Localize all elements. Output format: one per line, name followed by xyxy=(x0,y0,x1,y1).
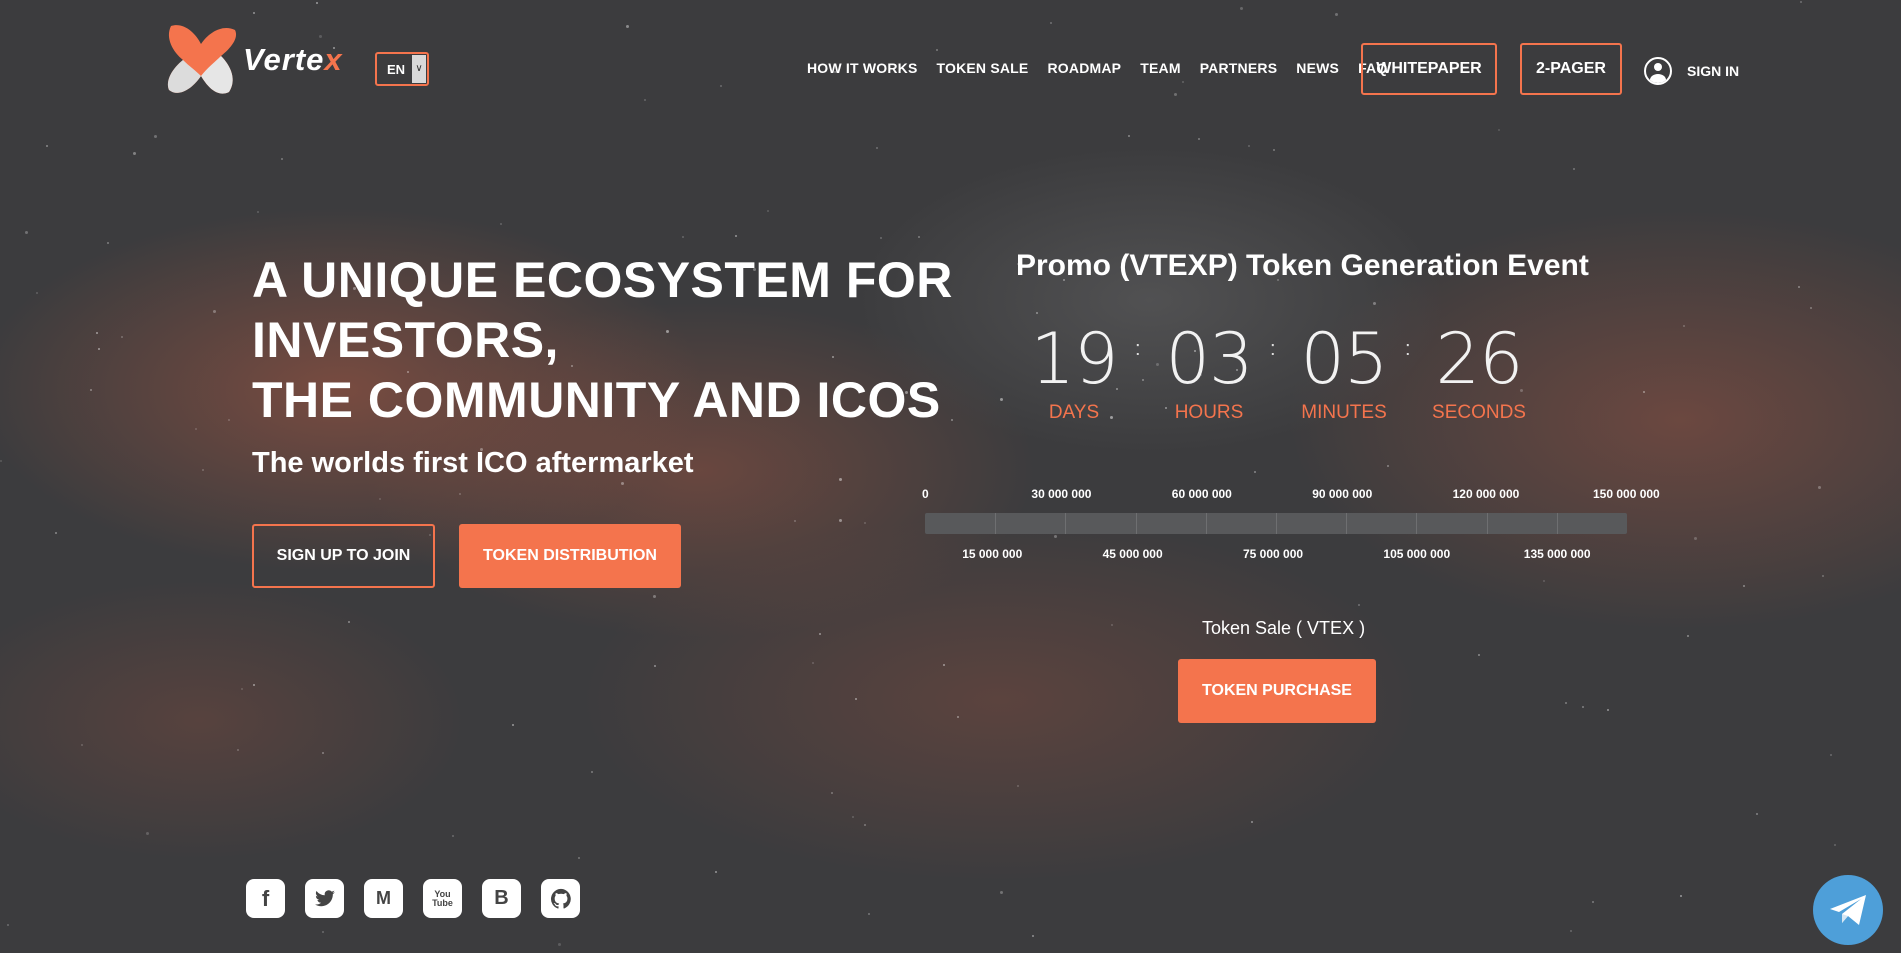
two-pager-button[interactable]: 2-PAGER xyxy=(1520,43,1622,95)
countdown-days: 19 DAYS xyxy=(1019,318,1129,424)
brand-logo[interactable]: Vertex xyxy=(165,22,355,98)
sign-in-label: SIGN IN xyxy=(1687,63,1740,79)
countdown-minutes: 05 MINUTES xyxy=(1289,318,1399,424)
countdown-days-label: DAYS xyxy=(1048,402,1100,423)
nav-item-roadmap[interactable]: ROADMAP xyxy=(1047,60,1121,76)
telegram-icon[interactable] xyxy=(1813,875,1883,945)
medium-glyph: M xyxy=(376,888,391,908)
progress-scale-label: 75 000 000 xyxy=(1243,547,1304,561)
progress-scale-label: 0 xyxy=(922,487,929,501)
paper-plane-icon xyxy=(1830,895,1866,925)
youtube-glyph: You Tube xyxy=(432,888,453,908)
countdown-minutes-label: MINUTES xyxy=(1301,402,1387,423)
language-selected: EN xyxy=(387,62,406,77)
vertex-logo-icon xyxy=(167,25,237,94)
chevron-down-icon: ∨ xyxy=(412,55,426,83)
progress-tick xyxy=(1135,513,1137,534)
progress-tick xyxy=(1205,513,1207,534)
token-sale-label: Token Sale ( VTEX ) xyxy=(1202,618,1366,638)
countdown-separator: : xyxy=(1135,338,1141,360)
countdown-days-value: 19 xyxy=(1030,318,1118,400)
hero-title-line: THE COMMUNITY AND ICOS xyxy=(252,372,941,428)
progress-scale-label: 15 000 000 xyxy=(962,547,1023,561)
whitepaper-button[interactable]: WHITEPAPER xyxy=(1361,43,1497,95)
progress-tick xyxy=(1556,513,1558,534)
countdown-seconds-label: SECONDS xyxy=(1432,402,1526,423)
hero-title: A UNIQUE ECOSYSTEM FOR INVESTORS, THE CO… xyxy=(252,250,953,430)
language-select[interactable]: EN ∨ xyxy=(375,52,429,86)
sign-in-link[interactable]: SIGN IN xyxy=(1644,57,1739,85)
progress-scale-label: 45 000 000 xyxy=(1102,547,1163,561)
github-glyph xyxy=(550,888,571,909)
progress-scale-label: 60 000 000 xyxy=(1171,487,1232,501)
progress-tick xyxy=(1486,513,1488,534)
progress-scale-label: 30 000 000 xyxy=(1031,487,1092,501)
hero-title-line: INVESTORS, xyxy=(252,312,559,368)
bitcointalk-icon[interactable]: B xyxy=(482,879,521,918)
countdown-title: Promo (VTEXP) Token Generation Event xyxy=(1016,249,1589,282)
progress-tick xyxy=(1346,513,1348,534)
twitter-icon[interactable] xyxy=(305,879,344,918)
countdown-separator: : xyxy=(1405,338,1411,360)
countdown-hours-value: 03 xyxy=(1165,318,1253,400)
nav-item-partners[interactable]: PARTNERS xyxy=(1200,60,1278,76)
youtube-icon[interactable]: You Tube xyxy=(423,879,462,918)
sign-up-button[interactable]: SIGN UP TO JOIN xyxy=(252,524,435,588)
site-header: Vertex EN ∨ HOW IT WORKS TOKEN SALE ROAD… xyxy=(0,0,1901,140)
main-nav: HOW IT WORKS TOKEN SALE ROADMAP TEAM PAR… xyxy=(807,60,1406,76)
nav-item-token-sale[interactable]: TOKEN SALE xyxy=(937,60,1029,76)
github-icon[interactable] xyxy=(541,879,580,918)
progress-scale-label: 135 000 000 xyxy=(1523,547,1591,561)
progress-tick xyxy=(1276,513,1277,534)
progress-scale-label: 105 000 000 xyxy=(1383,547,1451,561)
twitter-glyph xyxy=(314,889,335,906)
bitcointalk-glyph: B xyxy=(494,887,509,909)
progress-tick xyxy=(1065,513,1067,534)
medium-icon[interactable]: M xyxy=(364,879,403,918)
countdown-seconds: 26 SECONDS xyxy=(1424,318,1534,424)
progress-scale-label: 120 000 000 xyxy=(1452,487,1520,501)
progress-tick xyxy=(1416,513,1418,534)
progress-scale-label: 150 000 000 xyxy=(1593,487,1660,501)
progress-scale-label: 90 000 000 xyxy=(1312,487,1373,501)
hero-title-line: A UNIQUE ECOSYSTEM FOR xyxy=(252,252,953,308)
token-purchase-button[interactable]: TOKEN PURCHASE xyxy=(1178,659,1376,723)
countdown-seconds-value: 26 xyxy=(1435,318,1523,400)
facebook-icon[interactable]: f xyxy=(246,879,285,918)
nav-item-how-it-works[interactable]: HOW IT WORKS xyxy=(807,60,918,76)
progress-tick xyxy=(995,513,997,534)
hero-subtitle: The worlds first ICO aftermarket xyxy=(252,447,694,479)
countdown-minutes-value: 05 xyxy=(1300,318,1388,400)
social-links: f M You Tube B xyxy=(246,879,600,918)
nav-item-news[interactable]: NEWS xyxy=(1296,60,1339,76)
token-progress-bar xyxy=(925,513,1627,534)
user-icon xyxy=(1644,57,1672,85)
facebook-glyph: f xyxy=(261,885,270,911)
brand-wordmark: Vertex xyxy=(243,42,343,77)
nav-item-team[interactable]: TEAM xyxy=(1140,60,1180,76)
token-distribution-button[interactable]: TOKEN DISTRIBUTION xyxy=(459,524,681,588)
countdown-hours: 03 HOURS xyxy=(1154,318,1264,424)
countdown-hours-label: HOURS xyxy=(1174,402,1244,423)
countdown-separator: : xyxy=(1270,338,1276,360)
